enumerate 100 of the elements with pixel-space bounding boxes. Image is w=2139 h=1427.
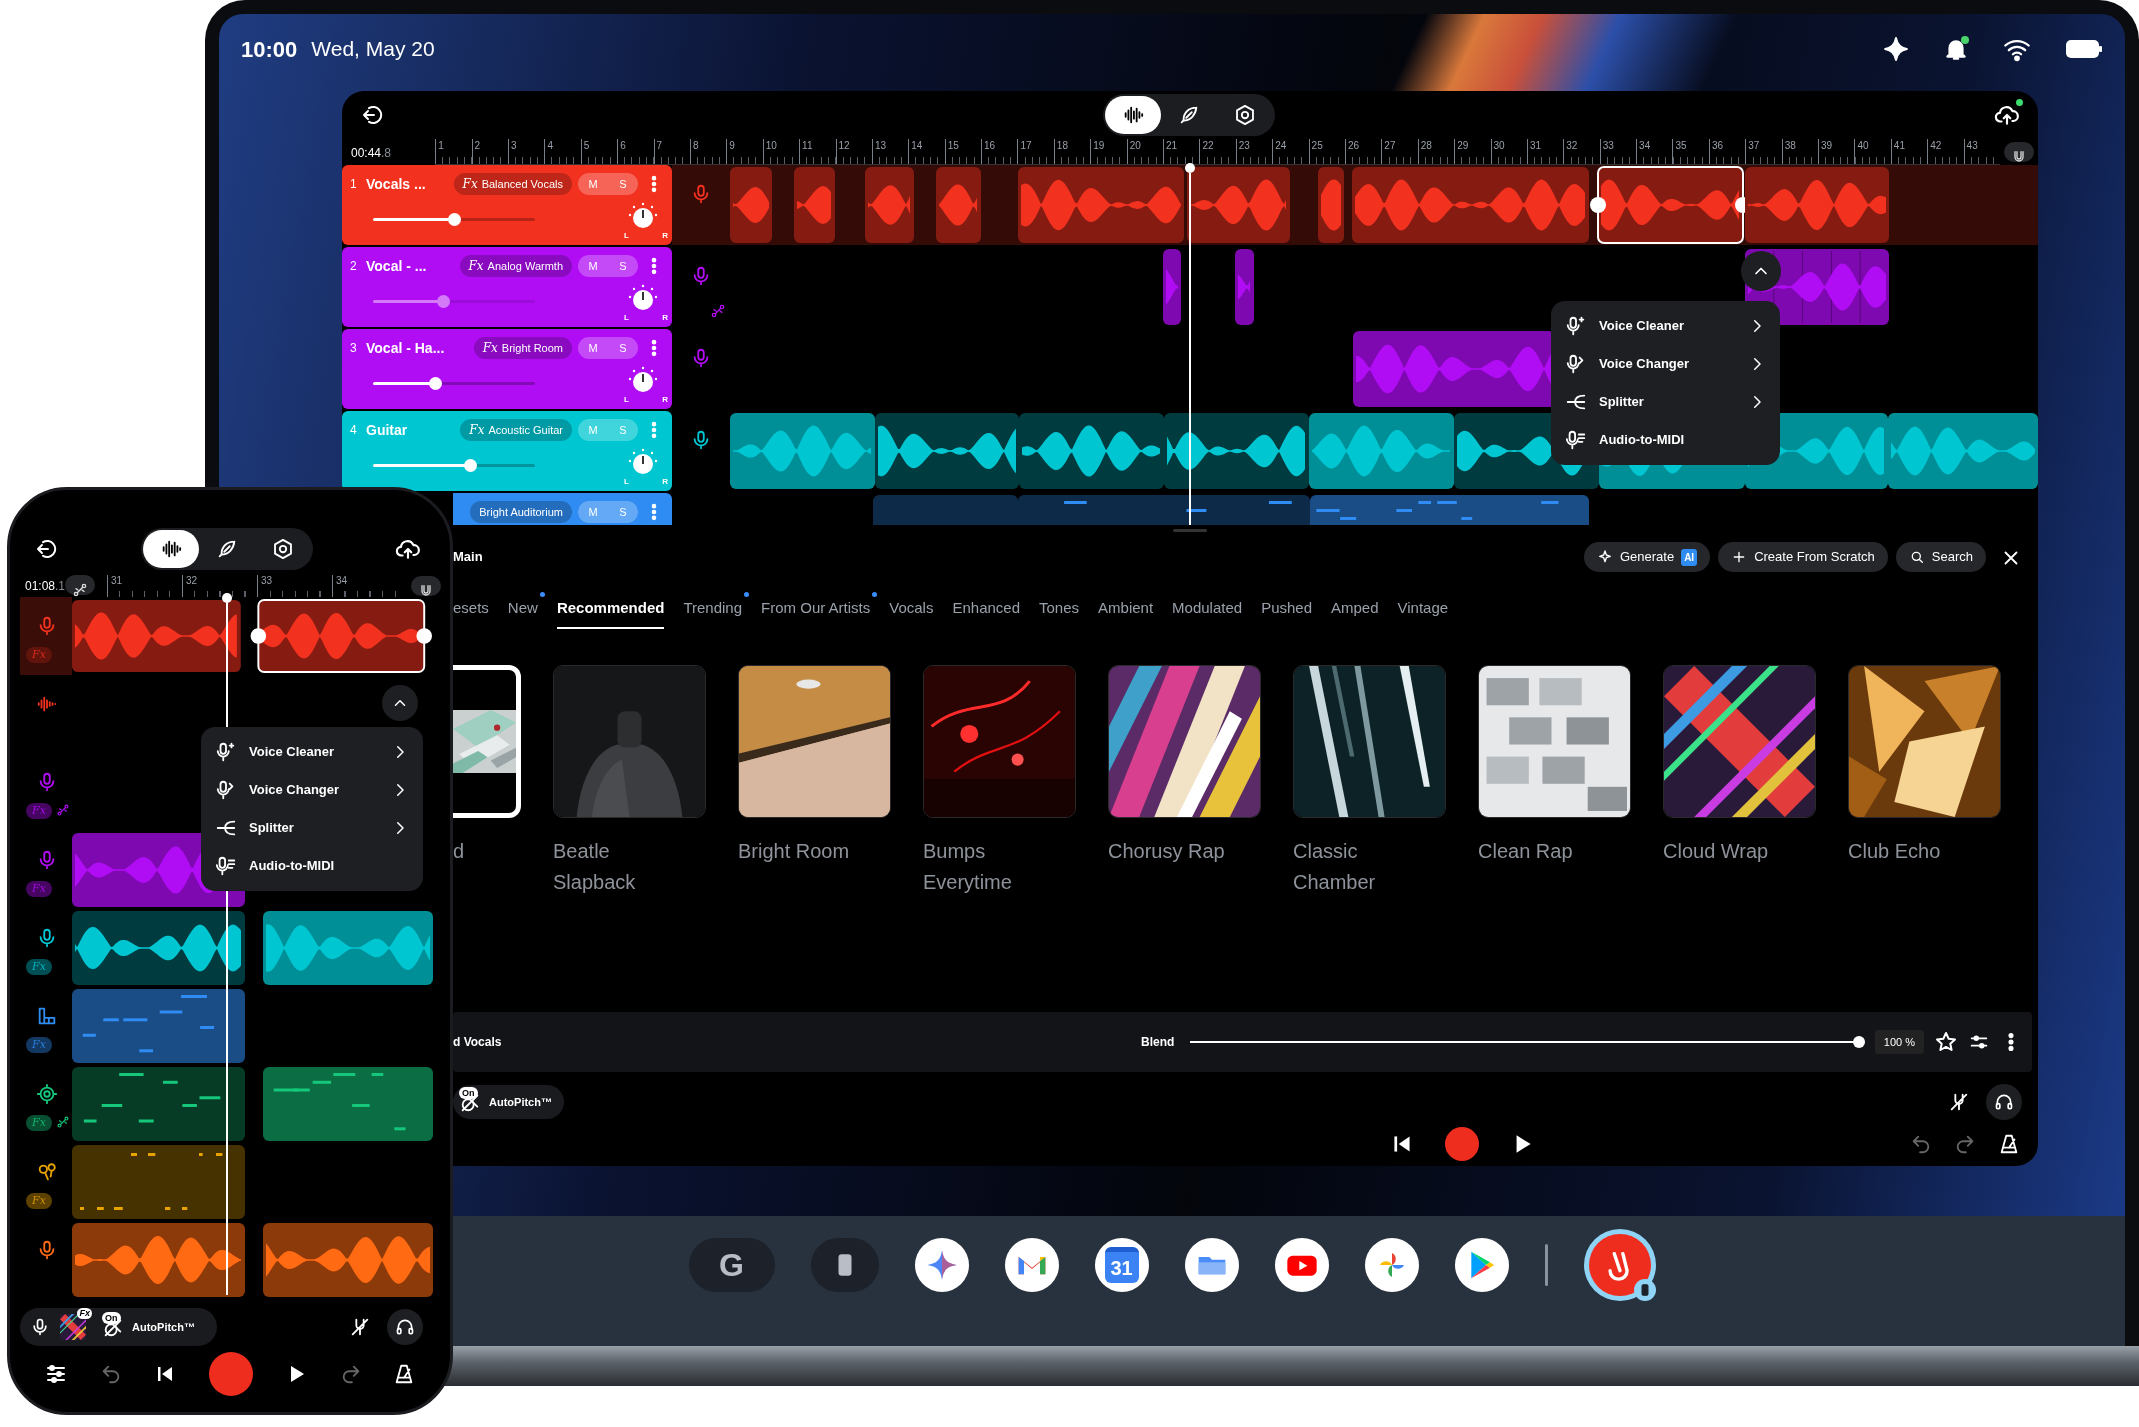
fx-badge[interactable]: Fx	[26, 1193, 52, 1209]
track-header[interactable]: 2 Vocal - ... Fx Analog Warmth M S L R	[342, 247, 672, 327]
collapse-button[interactable]	[382, 685, 418, 721]
maracas-icon[interactable]	[36, 1161, 58, 1183]
fx-badge[interactable]: Fx	[26, 959, 52, 975]
effect-chip[interactable]: Fx Analog Warmth	[459, 255, 572, 277]
playhead-handle[interactable]	[222, 593, 232, 603]
menu-item[interactable]: Voice Changer	[1551, 345, 1780, 383]
menu-item[interactable]: Voice Cleaner	[1551, 307, 1780, 345]
effect-chip[interactable]: Bright Auditorium	[470, 501, 572, 523]
ruler-number: 11	[799, 139, 836, 164]
timecode: 01:08.1	[24, 578, 66, 595]
category-tab[interactable]: Vocals	[889, 588, 934, 630]
dock-app-button[interactable]: 31	[1094, 1238, 1149, 1292]
phone-hub-button[interactable]	[810, 1238, 879, 1292]
record-button[interactable]	[208, 1352, 253, 1396]
category-tab[interactable]: From Our Artists	[761, 588, 871, 630]
effect-chip[interactable]: Fx Balanced Vocals	[453, 173, 572, 195]
snap-button[interactable]	[411, 576, 442, 596]
category-tab[interactable]: Amped	[1331, 588, 1379, 630]
ruler-number: 14	[908, 139, 945, 164]
headphones-icon	[395, 1317, 415, 1337]
drum-icon[interactable]	[36, 1083, 58, 1105]
link-button[interactable]	[65, 575, 96, 595]
dock-app-button[interactable]	[1364, 1238, 1419, 1292]
dock-app-button[interactable]	[1454, 1238, 1509, 1292]
menu-item[interactable]: Voice Changer	[201, 771, 423, 809]
category-tab[interactable]: Modulated	[1172, 588, 1243, 630]
menu-item[interactable]: Audio-to-MIDI	[1551, 421, 1780, 459]
menu-item[interactable]: Splitter	[1551, 383, 1780, 421]
track-header[interactable]: 3 Vocal - Ha... Fx Bright Room M S L R	[342, 329, 672, 409]
slider-thumb[interactable]	[1852, 1036, 1865, 1048]
drag-handle[interactable]	[1173, 528, 1207, 532]
dock-app-button[interactable]	[1184, 1238, 1239, 1292]
record-button[interactable]	[1444, 1127, 1479, 1161]
mute-button[interactable]: M	[578, 337, 608, 359]
ruler-number: 33	[257, 575, 333, 597]
sparkle-icon[interactable]	[1883, 36, 1909, 62]
mode-tab[interactable]	[142, 530, 199, 568]
mute-button[interactable]: M	[578, 255, 608, 277]
link-icon[interactable]	[710, 303, 726, 319]
category-tab[interactable]: Enhanced	[952, 588, 1020, 630]
slider-thumb[interactable]	[428, 376, 442, 390]
track-header[interactable]: 1 Vocals ... Fx Balanced Vocals M S L R	[342, 165, 672, 245]
menu-item[interactable]: Audio-to-MIDI	[201, 847, 423, 885]
tuning-fork-off-icon[interactable]	[1948, 1091, 1970, 1113]
search-button[interactable]: Search	[1895, 542, 1986, 572]
ruler-number: 41	[1890, 139, 1928, 164]
mode-tab[interactable]	[1105, 96, 1161, 134]
mixer-icon[interactable]	[44, 1362, 68, 1386]
dock-app-button[interactable]	[914, 1238, 969, 1292]
pan-label: L	[624, 394, 629, 406]
effect-chip[interactable]: Fx Bright Room	[473, 337, 572, 359]
category-tab[interactable]: New	[507, 588, 538, 630]
tuning-fork-off-icon[interactable]	[349, 1316, 371, 1338]
metronome-icon[interactable]	[1998, 1133, 2020, 1155]
undo-icon[interactable]	[1910, 1133, 1932, 1155]
track-header[interactable]: Bright Auditorium M S	[453, 493, 672, 525]
dock-app-button[interactable]	[1004, 1238, 1059, 1292]
headphones-button[interactable]	[1986, 1084, 2022, 1120]
ruler-number: 19	[1090, 139, 1127, 164]
ruler-number: 1	[435, 139, 472, 164]
menu-item[interactable]: Splitter	[201, 809, 423, 847]
headphones-button[interactable]	[387, 1309, 423, 1345]
track-number: 4	[350, 422, 358, 439]
solo-button[interactable]: S	[608, 255, 638, 277]
create-button[interactable]: Create From Scratch	[1718, 542, 1888, 572]
category-tab[interactable]: esets	[453, 588, 489, 630]
link-icon[interactable]	[56, 803, 70, 817]
exit-icon[interactable]	[34, 537, 58, 561]
link-icon[interactable]	[56, 1115, 70, 1129]
battery-icon[interactable]	[2065, 39, 2103, 59]
preset-name: Classic Chamber	[1293, 839, 1377, 895]
solo-button[interactable]: S	[608, 337, 638, 359]
fx-badge[interactable]: Fx	[26, 1115, 52, 1131]
track-number: 2	[350, 258, 358, 275]
microphone-icon[interactable]	[30, 1317, 50, 1337]
feather-icon	[1178, 104, 1200, 126]
ruler-number: 28	[1417, 139, 1455, 164]
generate-button[interactable]: Generate AI	[1583, 542, 1711, 572]
ruler-number: 23	[1235, 139, 1273, 164]
launcher-button[interactable]: G	[688, 1238, 775, 1292]
dock-app-button[interactable]	[1274, 1238, 1329, 1292]
snap-button[interactable]	[2004, 142, 2034, 162]
redo-icon[interactable]	[1954, 1133, 1976, 1155]
autopitch-toggle[interactable]: On AutoPitch™	[453, 1085, 564, 1119]
slider-thumb[interactable]	[448, 212, 461, 226]
metronome-icon[interactable]	[393, 1363, 415, 1385]
category-tab[interactable]: Recommended	[556, 588, 665, 630]
playhead-handle[interactable]	[1185, 163, 1195, 173]
favorite-icon[interactable]	[1934, 1030, 1958, 1054]
category-tab[interactable]: Tones	[1039, 588, 1080, 630]
category-tab[interactable]: Pushed	[1261, 588, 1312, 630]
category-tab[interactable]: Vintage	[1397, 588, 1449, 630]
menu-item[interactable]: Voice Cleaner	[201, 733, 423, 771]
category-tab[interactable]: Ambient	[1098, 588, 1154, 630]
exit-icon[interactable]	[360, 103, 384, 127]
slider-thumb[interactable]	[436, 294, 450, 308]
category-tab[interactable]: Trending	[683, 588, 743, 630]
slider-thumb[interactable]	[464, 458, 478, 472]
